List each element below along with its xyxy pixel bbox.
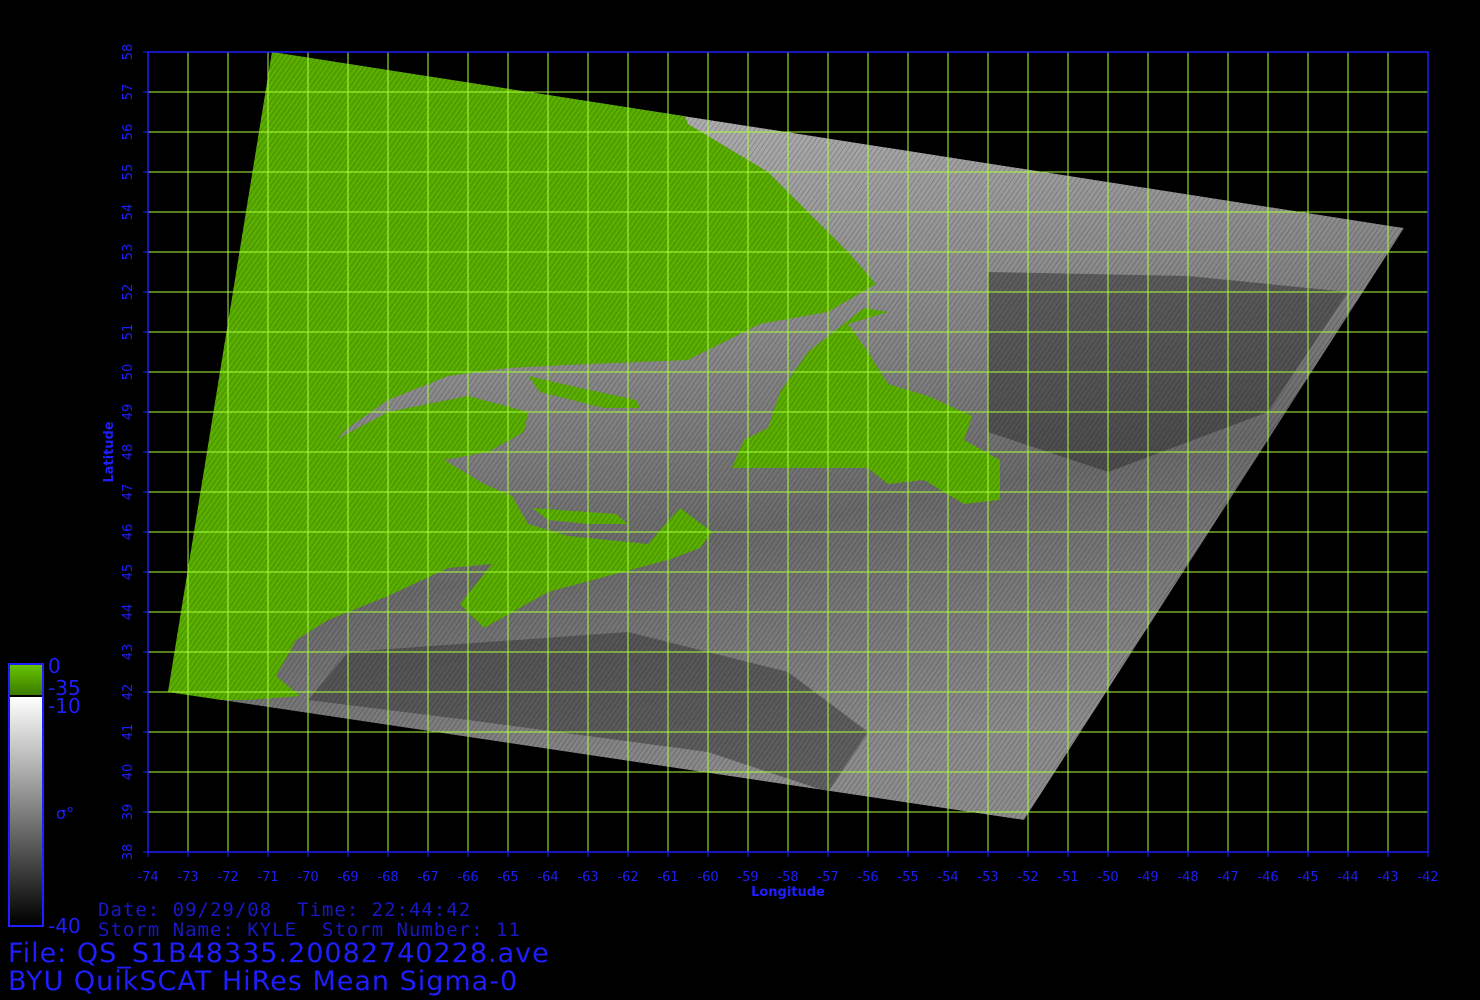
colorbar-tick: -10 bbox=[48, 694, 81, 718]
file-name: File: QS_S1B48335.20082740228.ave bbox=[8, 938, 550, 969]
colorbar-ocean-segment bbox=[10, 697, 42, 925]
x-tick-label: -73 bbox=[177, 870, 198, 885]
y-tick-label: 43 bbox=[121, 644, 136, 661]
x-tick-label: -54 bbox=[937, 870, 958, 885]
y-tick-label: 45 bbox=[121, 564, 136, 581]
y-tick-label: 46 bbox=[121, 524, 136, 541]
x-tick-label: -55 bbox=[897, 870, 918, 885]
x-tick-label: -65 bbox=[497, 870, 518, 885]
x-axis-label: Longitude bbox=[751, 885, 825, 900]
x-tick-label: -69 bbox=[337, 870, 358, 885]
x-tick-label: -63 bbox=[577, 870, 598, 885]
x-tick-label: -64 bbox=[537, 870, 558, 885]
x-tick-label: -43 bbox=[1377, 870, 1398, 885]
sigma0-map: -74 -73 -72 -71 -70 -69 -68 -67 -66 -65 -64 -63 -62 -… bbox=[8, 44, 1439, 927]
x-tick-label: -50 bbox=[1097, 870, 1118, 885]
x-tick-labels: -74 -73 -72 -71 -70 -69 -68 -67 -66 -65 -64 -63 -62 -… bbox=[137, 852, 1439, 885]
x-tick-label: -57 bbox=[817, 870, 838, 885]
y-tick-label: 52 bbox=[121, 284, 136, 301]
y-tick-label: 51 bbox=[121, 324, 136, 341]
y-tick-label: 47 bbox=[121, 484, 136, 501]
x-tick-label: -48 bbox=[1177, 870, 1198, 885]
x-tick-label: -72 bbox=[217, 870, 238, 885]
x-tick-label: -71 bbox=[257, 870, 278, 885]
y-tick-label: 44 bbox=[121, 604, 136, 621]
colorbar bbox=[8, 663, 44, 927]
y-axis-label: Latitude bbox=[102, 421, 117, 483]
colorbar-tick: -40 bbox=[48, 914, 81, 938]
y-tick-label: 49 bbox=[121, 404, 136, 421]
x-tick-label: -66 bbox=[457, 870, 478, 885]
y-tick-label: 38 bbox=[121, 844, 136, 861]
x-tick-label: -51 bbox=[1057, 870, 1078, 885]
y-tick-label: 41 bbox=[121, 724, 136, 741]
swath-texture bbox=[168, 52, 1404, 820]
x-tick-label: -67 bbox=[417, 870, 438, 885]
y-tick-label: 55 bbox=[121, 164, 136, 181]
y-tick-label: 57 bbox=[121, 84, 136, 101]
swath-image bbox=[168, 52, 1404, 820]
x-tick-label: -45 bbox=[1297, 870, 1318, 885]
date-time-info: Date: 09/29/08 Time: 22:44:42 bbox=[98, 899, 472, 921]
y-tick-label: 58 bbox=[121, 44, 136, 61]
x-tick-label: -59 bbox=[737, 870, 758, 885]
x-tick-label: -46 bbox=[1257, 870, 1278, 885]
colorbar-tick: 0 bbox=[48, 654, 61, 678]
x-tick-label: -74 bbox=[137, 870, 158, 885]
y-tick-label: 54 bbox=[121, 204, 136, 221]
y-tick-label: 56 bbox=[121, 124, 136, 141]
x-tick-label: -53 bbox=[977, 870, 998, 885]
colorbar-label: σ° bbox=[56, 804, 75, 823]
x-tick-label: -60 bbox=[697, 870, 718, 885]
lat-lon-grid bbox=[147, 51, 1429, 853]
y-tick-label: 42 bbox=[121, 684, 136, 701]
x-tick-label: -47 bbox=[1217, 870, 1238, 885]
x-tick-label: -56 bbox=[857, 870, 878, 885]
x-tick-label: -68 bbox=[377, 870, 398, 885]
y-tick-label: 39 bbox=[121, 804, 136, 821]
x-tick-label: -62 bbox=[617, 870, 638, 885]
x-tick-label: -52 bbox=[1017, 870, 1038, 885]
plot-title: BYU QuikSCAT HiRes Mean Sigma-0 bbox=[8, 966, 519, 997]
y-tick-labels: 38 39 40 41 42 43 44 45 46 47 48 49 50 51 52 53 54 55 56 57… bbox=[121, 44, 148, 861]
x-tick-label: -42 bbox=[1417, 870, 1438, 885]
y-tick-label: 53 bbox=[121, 244, 136, 261]
y-tick-label: 50 bbox=[121, 364, 136, 381]
y-tick-label: 40 bbox=[121, 764, 136, 781]
colorbar-land-segment bbox=[10, 665, 42, 695]
x-tick-label: -61 bbox=[657, 870, 678, 885]
x-tick-label: -70 bbox=[297, 870, 318, 885]
x-tick-label: -58 bbox=[777, 870, 798, 885]
x-tick-label: -49 bbox=[1137, 870, 1158, 885]
y-tick-label: 48 bbox=[121, 444, 136, 461]
x-tick-label: -44 bbox=[1337, 870, 1358, 885]
